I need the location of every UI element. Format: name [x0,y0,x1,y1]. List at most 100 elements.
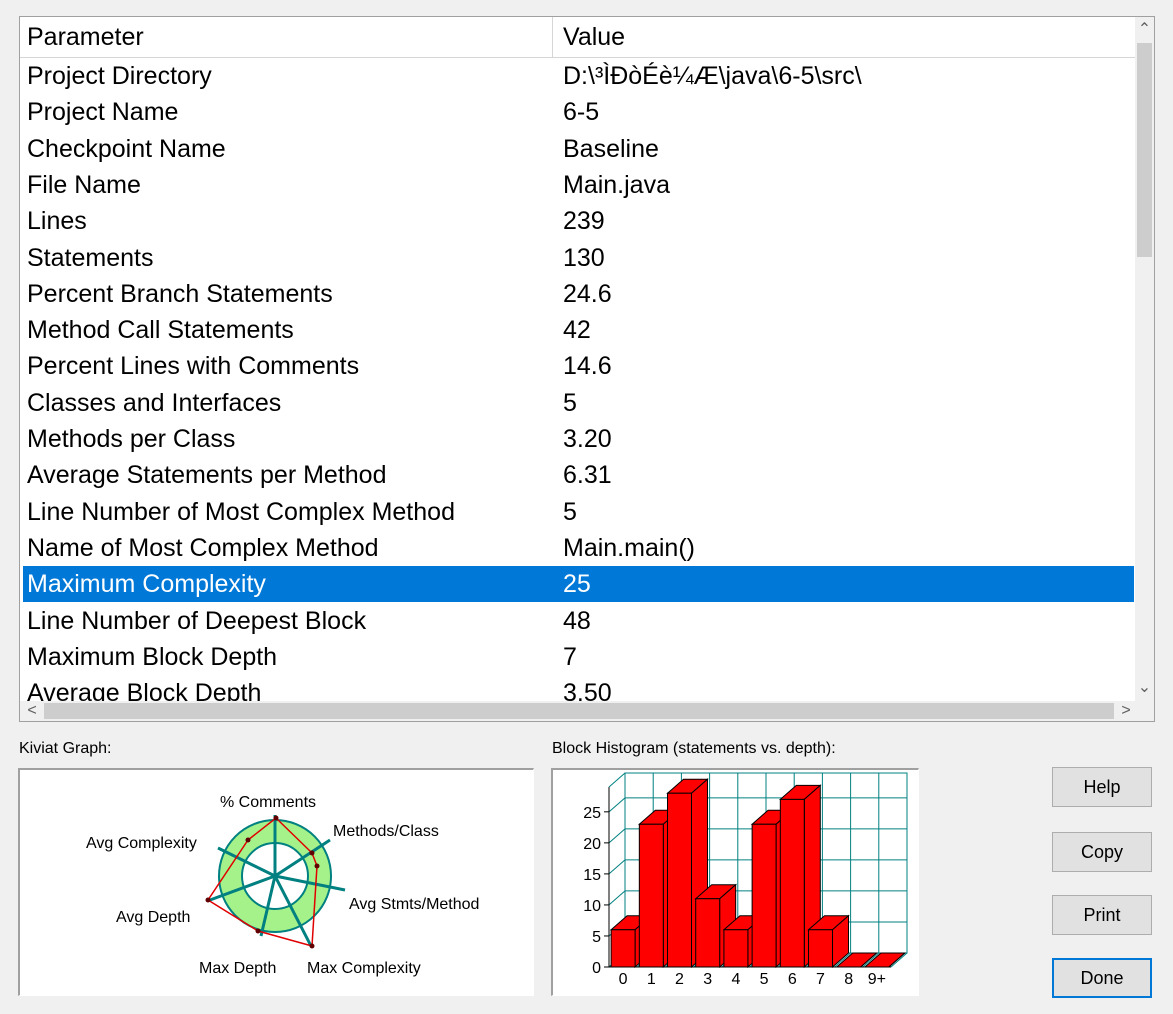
row-value: 239 [563,207,605,236]
kiviat-point [273,815,279,821]
metrics-list[interactable]: Parameter Value Project Directory D:\³ÌÐò… [19,16,1155,722]
row-parameter: Project Directory [27,62,212,90]
histogram-x-tick-label: 3 [703,971,712,988]
column-header-parameter[interactable]: Parameter [20,17,553,57]
column-header-value[interactable]: Value [553,17,1135,57]
kiviat-point [245,837,251,843]
row-value: 5 [563,497,577,526]
histogram-bar [610,929,636,968]
table-row[interactable]: Method Call Statements 42 [23,312,1134,348]
table-row[interactable]: Checkpoint Name Baseline [23,131,1134,167]
row-parameter: Method Call Statements [27,316,294,345]
table-row[interactable]: Lines 239 [23,203,1134,239]
histogram-x-tick-label: 0 [619,971,628,988]
histogram-bar [723,929,749,968]
kiviat-graph-panel: % Comments Methods/Class Avg Stmts/Metho… [18,768,534,996]
kiviat-axis-label-max-depth: Max Depth [199,960,276,977]
row-parameter: Name of Most Complex Method [27,533,379,562]
block-histogram-panel: 0 5 10 15 20 25 0 1 2 3 4 5 6 7 8 9+ [551,768,919,996]
histogram-side-gridline [608,828,626,844]
histogram-y-tick-label: 5 [592,929,601,946]
scroll-left-arrow-icon[interactable]: < [20,701,44,721]
block-histogram-chart: 0 5 10 15 20 25 0 1 2 3 4 5 6 7 8 9+ [583,772,908,988]
row-value: 5 [563,388,577,417]
row-value: 6.31 [563,461,612,490]
row-value: 6-5 [563,98,600,127]
histogram-bar [695,898,721,968]
histogram-y-tick-label: 20 [583,836,601,853]
kiviat-point [255,928,261,934]
vertical-scrollbar[interactable]: ⌃ ⌄ [1135,17,1154,701]
row-value: D:\³ÌÐòÉè¼Æ\java\6-5\src\ [563,62,862,90]
table-row[interactable]: Average Block Depth 3.50 [23,675,1134,701]
horizontal-scroll-thumb[interactable] [44,703,1114,719]
kiviat-graph: % Comments Methods/Class Avg Stmts/Metho… [86,794,479,977]
vertical-scroll-thumb[interactable] [1137,43,1152,257]
table-row[interactable]: Maximum Block Depth 7 [23,639,1134,675]
row-value: 25 [563,570,591,599]
kiviat-axis-label-avg-complexity: Avg Complexity [86,835,197,852]
histogram-top-edge [608,772,626,788]
row-parameter: Percent Lines with Comments [27,352,360,381]
row-value: 42 [563,316,591,345]
histogram-y-tick-label: 15 [583,867,601,884]
kiviat-graph-label: Kiviat Graph: [19,740,112,757]
histogram-y-tick-label: 10 [583,898,601,915]
table-row[interactable]: Name of Most Complex Method Main.main() [23,530,1134,566]
table-row[interactable]: Project Directory D:\³ÌÐòÉè¼Æ\java\6-5\sr… [23,58,1134,94]
row-value: 3.50 [563,679,612,701]
row-value: 48 [563,606,591,635]
kiviat-axis-label-avg-depth: Avg Depth [116,909,190,926]
histogram-x-tick-label: 2 [675,971,684,988]
row-value: Main.java [563,170,670,199]
help-button[interactable]: Help [1052,767,1152,807]
row-parameter: Statements [27,243,154,272]
horizontal-scrollbar[interactable]: < > [20,701,1154,721]
histogram-bar [779,798,805,968]
row-parameter: Project Name [27,98,179,127]
scroll-right-arrow-icon[interactable]: > [1114,701,1138,721]
histogram-x-tick-label: 5 [760,971,769,988]
table-row[interactable]: Percent Lines with Comments 14.6 [23,348,1134,384]
kiviat-axis-label-max-complexity: Max Complexity [307,960,421,977]
histogram-y-tick-label: 25 [583,805,601,822]
row-parameter: Lines [27,207,87,236]
row-parameter: Classes and Interfaces [27,388,282,417]
histogram-x-tick-label: 6 [788,971,797,988]
table-row[interactable]: Line Number of Most Complex Method 5 [23,494,1134,530]
histogram-bar [667,792,692,968]
print-button[interactable]: Print [1052,895,1152,935]
table-row[interactable]: Classes and Interfaces 5 [23,385,1134,421]
histogram-x-tick-label: 1 [647,971,656,988]
row-value: 7 [563,642,577,671]
histogram-x-tick-label: 8 [844,971,853,988]
histogram-bar [751,823,777,968]
table-row[interactable]: Average Statements per Method 6.31 [23,457,1134,493]
table-row[interactable]: Line Number of Deepest Block 48 [23,603,1134,639]
table-row[interactable]: Maximum Complexity 25 [23,566,1134,603]
row-parameter: Average Statements per Method [27,461,387,490]
row-parameter: File Name [27,170,141,199]
histogram-y-tick-label: 0 [592,960,601,977]
table-row[interactable]: File Name Main.java [23,167,1134,203]
table-row[interactable]: Percent Branch Statements 24.6 [23,276,1134,312]
table-row[interactable]: Methods per Class 3.20 [23,421,1134,457]
row-parameter: Average Block Depth [27,679,262,701]
done-button[interactable]: Done [1052,958,1152,998]
row-parameter: Checkpoint Name [27,134,226,163]
row-parameter: Line Number of Deepest Block [27,606,367,635]
row-parameter: Methods per Class [27,425,236,453]
row-value: 14.6 [563,352,612,381]
histogram-side-gridline [608,859,626,875]
copy-button[interactable]: Copy [1052,832,1152,872]
row-value: 130 [563,243,605,272]
kiviat-point [205,897,211,903]
scroll-down-arrow-icon[interactable]: ⌄ [1135,675,1154,701]
kiviat-axis-label-avg-stmts: Avg Stmts/Method [349,896,479,913]
kiviat-point [314,863,320,869]
table-row[interactable]: Statements 130 [23,240,1134,276]
scroll-up-arrow-icon[interactable]: ⌃ [1135,17,1154,43]
block-histogram-label: Block Histogram (statements vs. depth): [552,740,836,757]
table-row[interactable]: Project Name 6-5 [23,94,1134,130]
row-parameter: Maximum Block Depth [27,642,278,671]
